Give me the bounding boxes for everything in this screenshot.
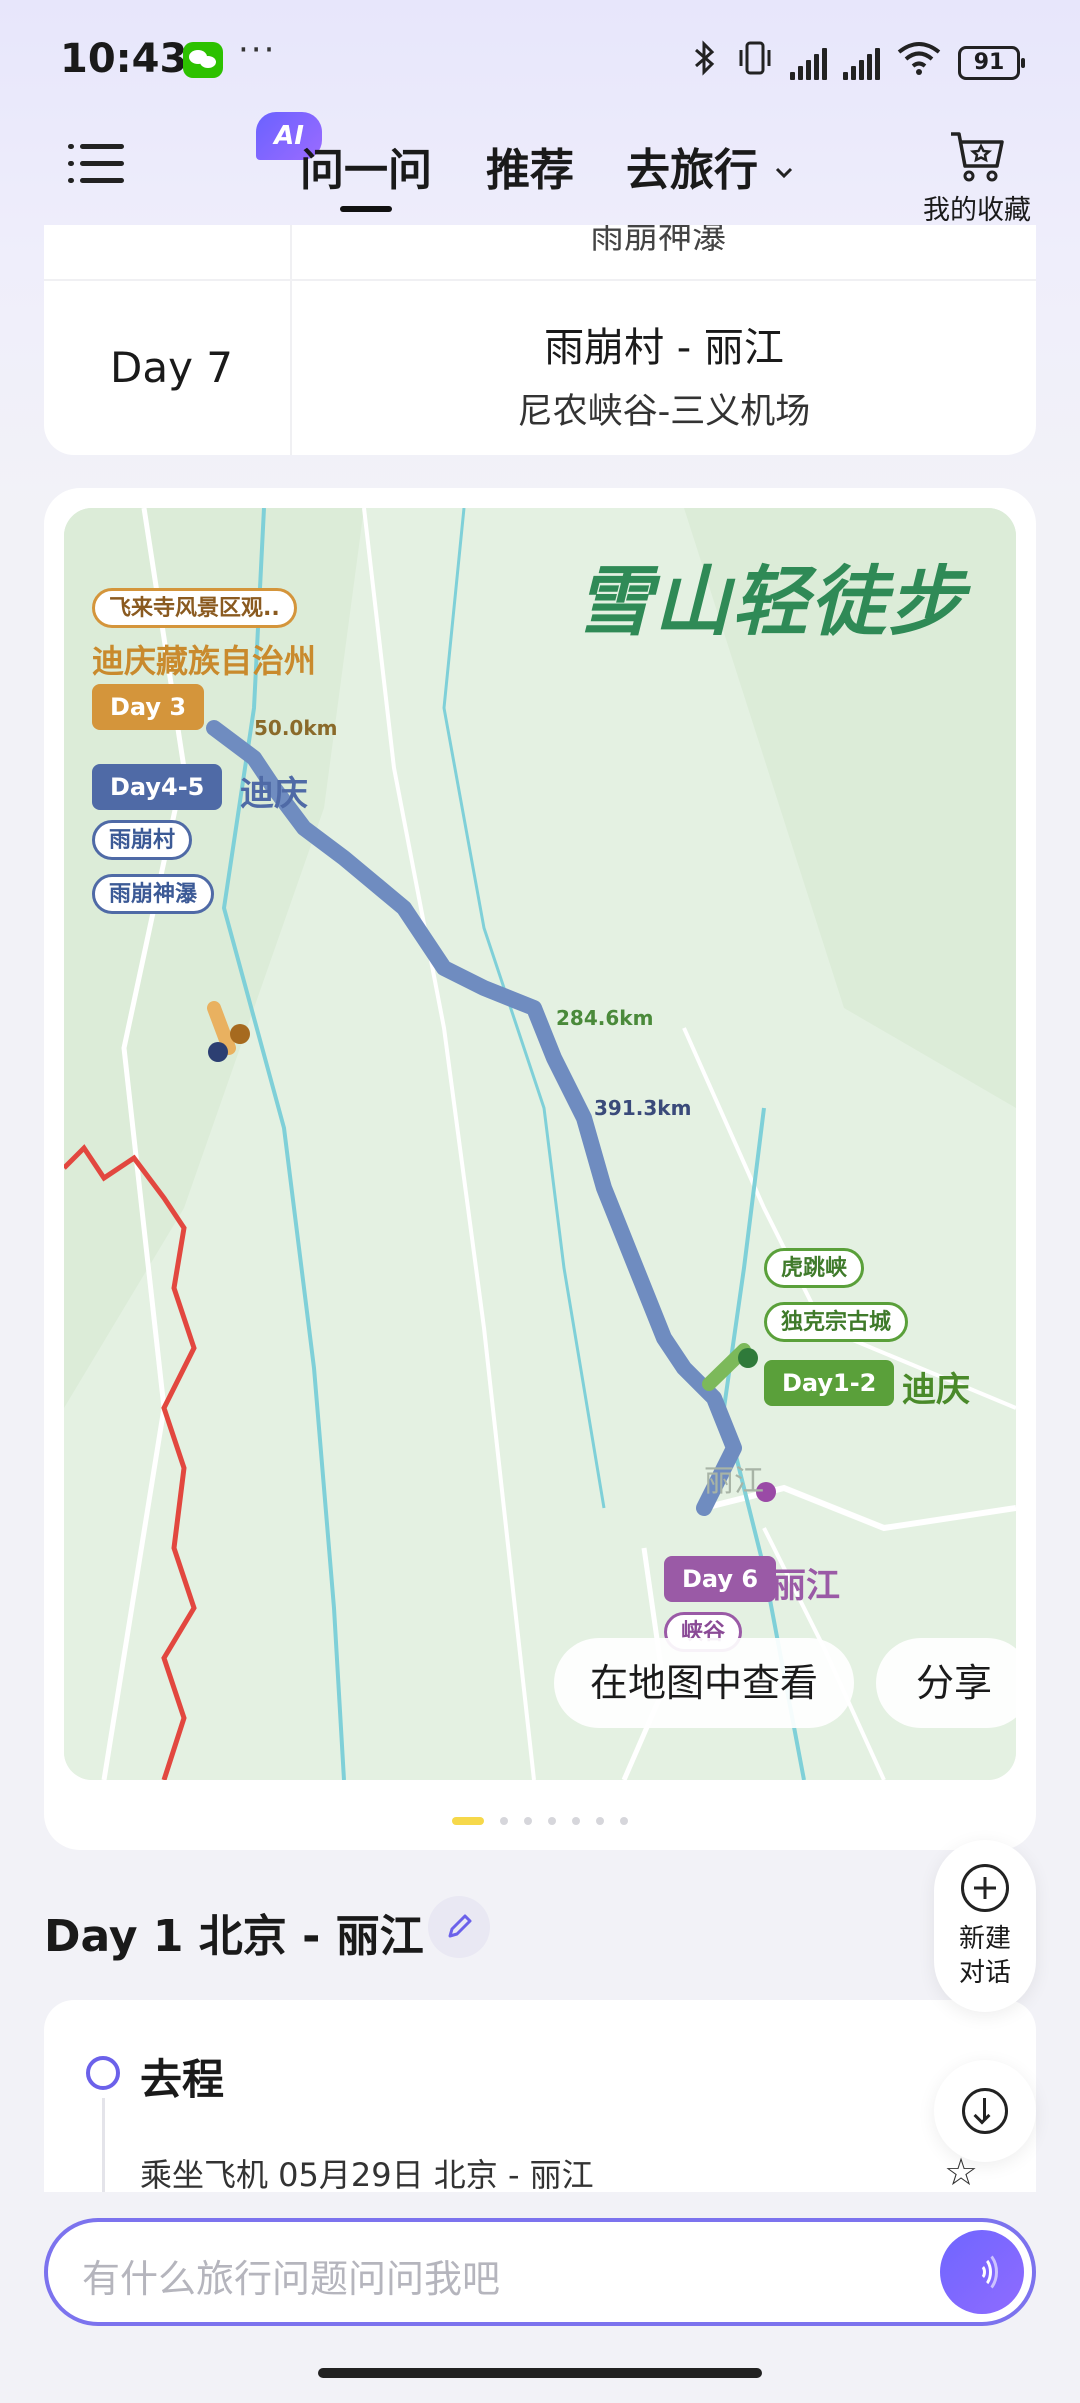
map-label-lijiang: 丽江 — [772, 1566, 840, 1606]
map-tag-day6[interactable]: Day 6 — [664, 1556, 777, 1602]
chevron-down-icon — [776, 167, 793, 179]
map-label-yubeng-village[interactable]: 雨崩村 — [92, 820, 193, 860]
table-sub-route: 尼农峡谷-三义机场 — [517, 392, 811, 432]
view-in-map-button[interactable]: 在地图中查看 — [554, 1638, 854, 1728]
tab-ask[interactable]: 问一问 — [300, 134, 432, 212]
tab-recommend-label: 推荐 — [486, 145, 574, 196]
pager-dot[interactable] — [500, 1816, 508, 1825]
bluetooth-icon — [690, 40, 720, 85]
itinerary-table: 雨崩神瀑 Day 7 雨崩村 - 丽江 尼农峡谷-三义机场 — [44, 225, 1036, 455]
itinerary-title: 去程 — [140, 2055, 225, 2104]
table-row: 雨崩神瀑 — [44, 225, 1036, 281]
tab-recommend[interactable]: 推荐 — [486, 134, 574, 198]
signal-icon — [843, 46, 880, 80]
scroll-down-button[interactable] — [934, 2060, 1036, 2162]
pager-dot[interactable] — [548, 1816, 556, 1825]
itinerary-desc[interactable]: 乘坐飞机 05月29日 北京 - 丽江 — [140, 2150, 594, 2196]
status-bar: 10:43 ··· 91 — [0, 0, 1080, 120]
map-label-feilaisi[interactable]: 飞来寺风景区观.. — [92, 588, 297, 628]
voice-button[interactable] — [940, 2230, 1024, 2314]
pager-dot[interactable] — [524, 1816, 532, 1825]
home-indicator[interactable] — [318, 2368, 762, 2378]
pager-dot[interactable] — [596, 1816, 604, 1825]
tab-ask-label: 问一问 — [300, 145, 432, 196]
share-button[interactable]: 分享 — [876, 1638, 1016, 1728]
map-tag-day12[interactable]: Day1-2 — [764, 1360, 895, 1406]
tab-travel[interactable]: 去旅行 — [626, 134, 795, 198]
signal-icon — [790, 46, 827, 80]
map-distance-50: 50.0km — [254, 716, 338, 740]
timeline-dot-icon — [86, 2056, 120, 2090]
map-distance-391: 391.3km — [594, 1096, 692, 1120]
edit-button[interactable] — [428, 1896, 490, 1958]
menu-icon[interactable] — [68, 140, 124, 186]
battery-icon: 91 — [958, 45, 1025, 80]
map-distance-284: 284.6km — [556, 1006, 654, 1030]
chat-input[interactable]: 有什么旅行问题问问我吧 — [44, 2218, 1036, 2326]
map-label-yubeng-waterfall[interactable]: 雨崩神瀑 — [92, 874, 215, 914]
pencil-icon — [448, 1914, 472, 1938]
route-map[interactable]: 雪山轻徒步 飞来寺风景区观.. 迪庆藏族自治州 Day 3 50.0km Day… — [64, 508, 1016, 1780]
map-label-diqing-b: 迪庆 — [902, 1370, 970, 1410]
pager-dot[interactable] — [452, 1816, 484, 1825]
itinerary-card: 去程 乘坐飞机 05月29日 北京 - 丽江 ☆ — [44, 2000, 1036, 2200]
cart-star-icon — [951, 132, 1004, 182]
map-tag-day45[interactable]: Day4-5 — [92, 764, 223, 810]
pager-dot[interactable] — [572, 1816, 580, 1825]
map-label-tiger-leaping[interactable]: 虎跳峡 — [764, 1248, 865, 1288]
wechat-icon — [183, 42, 223, 78]
table-route: 雨崩村 - 丽江 — [544, 325, 784, 371]
table-cell-partial: 雨崩神瀑 — [590, 225, 726, 257]
new-chat-button[interactable]: 新建对话 — [934, 1840, 1036, 2012]
map-tag-day3[interactable]: Day 3 — [92, 684, 205, 730]
route-map-card: 雪山轻徒步 飞来寺风景区观.. 迪庆藏族自治州 Day 3 50.0km Day… — [44, 488, 1036, 1850]
table-day-label: Day 7 — [110, 343, 234, 392]
map-label-lijiang-city: 丽江 — [704, 1464, 764, 1499]
plus-icon — [961, 1864, 1009, 1912]
favorites-label: 我的收藏 — [923, 195, 1031, 226]
timeline-line — [102, 2098, 105, 2200]
active-tab-indicator — [340, 206, 392, 212]
map-label-diqing-a: 迪庆 — [240, 774, 308, 814]
new-chat-label: 新建对话 — [958, 1924, 1011, 1988]
map-label-prefecture: 迪庆藏族自治州 — [92, 642, 317, 680]
tab-travel-label: 去旅行 — [626, 145, 758, 196]
map-pager[interactable] — [44, 1810, 1036, 1829]
map-label-dukezong[interactable]: 独克宗古城 — [764, 1302, 909, 1342]
day-heading: Day 1 北京 - 丽江 — [44, 1911, 424, 1962]
chat-input-placeholder: 有什么旅行问题问问我吧 — [82, 2257, 501, 2301]
pager-dot[interactable] — [620, 1816, 628, 1825]
map-graphic — [64, 508, 1016, 1780]
map-title: 雪山轻徒步 — [576, 557, 966, 646]
wifi-icon — [896, 40, 942, 85]
vibrate-icon — [736, 40, 774, 85]
more-notifications: ··· — [238, 30, 277, 70]
favorites-button[interactable]: 我的收藏 — [912, 124, 1042, 227]
top-nav: AI 问一问 推荐 去旅行 我的收藏 — [0, 110, 1080, 240]
status-time: 10:43 — [60, 36, 188, 82]
